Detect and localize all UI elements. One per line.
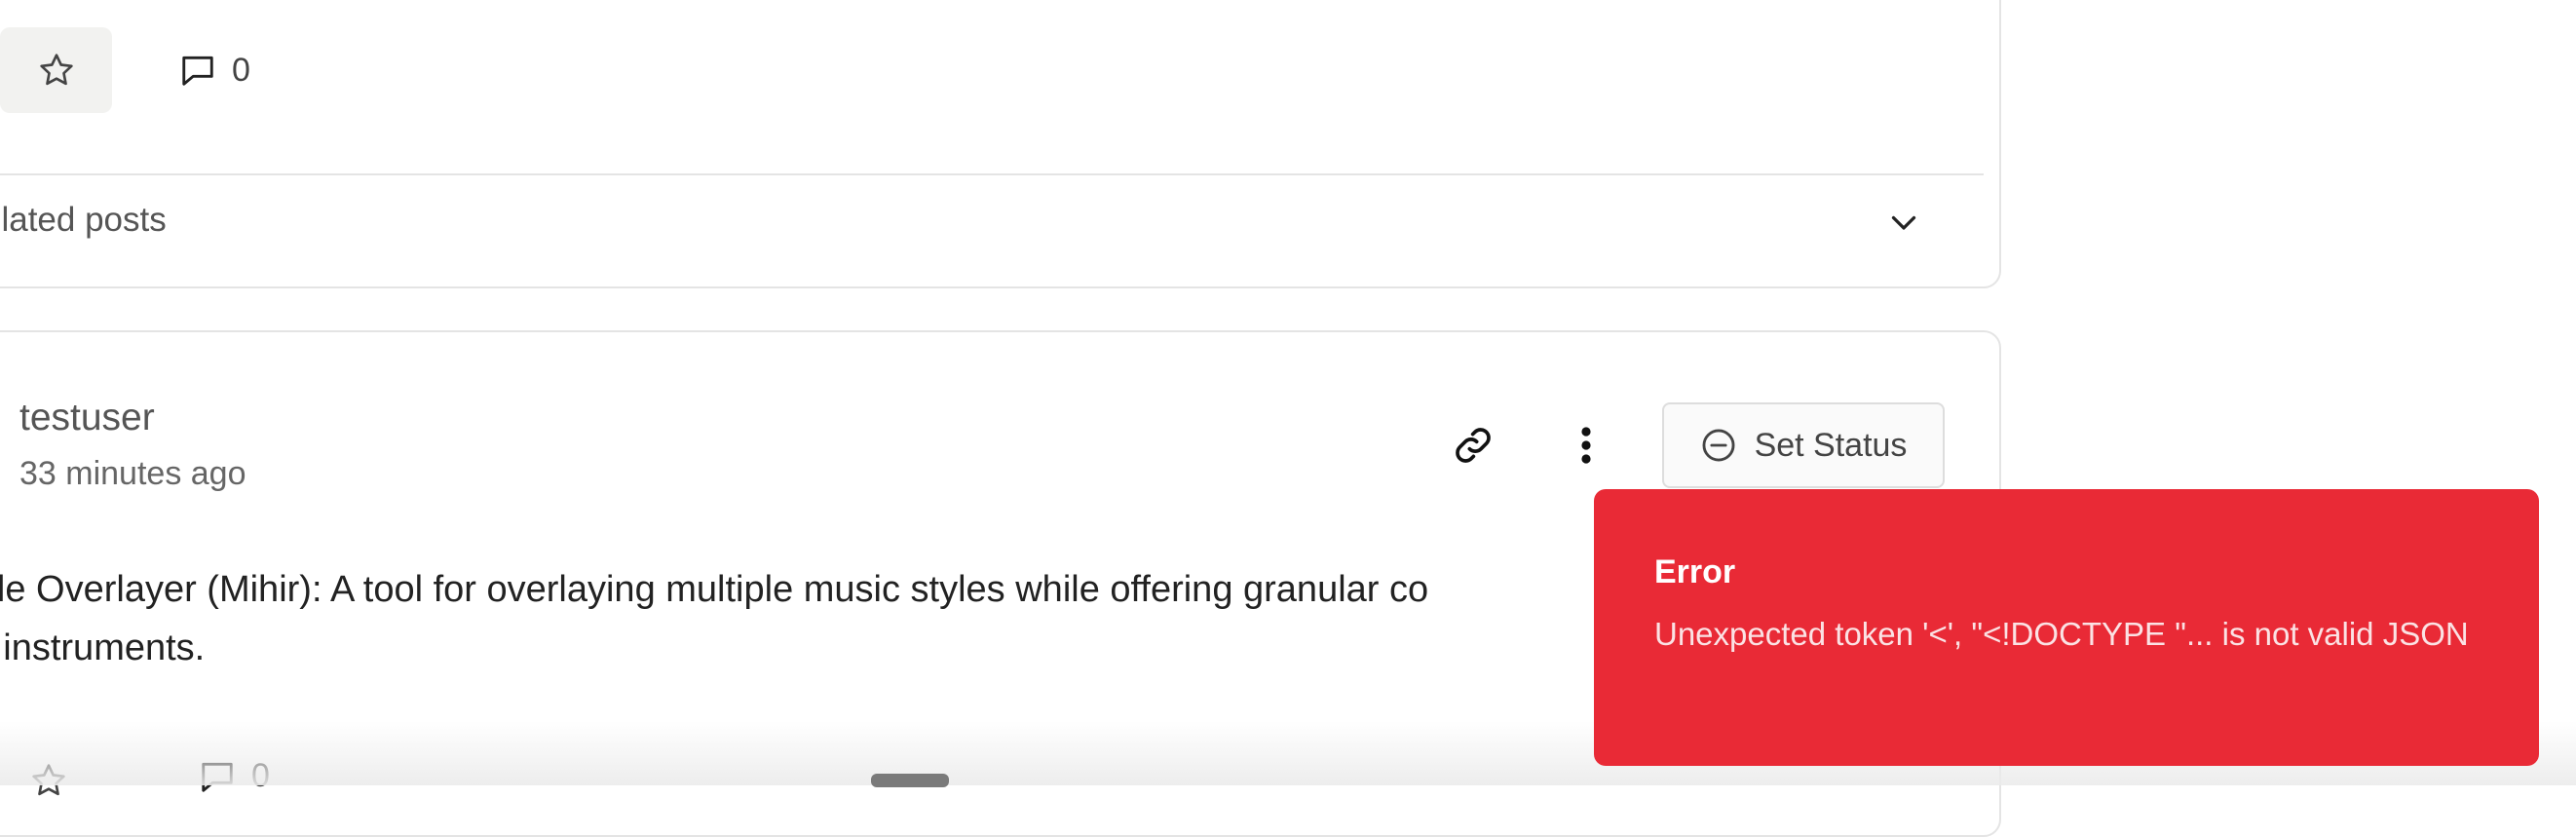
star-button[interactable] [19,751,78,810]
set-status-button[interactable]: Set Status [1662,402,1945,488]
comment-icon [182,56,213,86]
post-body-line: ual instruments. [0,628,206,668]
comment-count-value: 0 [232,52,250,89]
toast-title: Error [1654,553,1736,590]
link-icon [1456,428,1491,463]
more-options-button[interactable] [1561,416,1611,475]
related-posts-toggle[interactable]: elated posts [0,175,1984,269]
error-toast[interactable]: Error Unexpected token '<', "<!DOCTYPE "… [1594,489,2539,766]
comment-icon [202,762,233,792]
post-author[interactable]: testuser [19,397,155,439]
comment-count[interactable]: 0 [199,757,270,795]
set-status-label: Set Status [1754,426,1908,464]
toast-message: Unexpected token '<', "<!DOCTYPE "... is… [1654,616,2469,652]
comment-count[interactable]: 0 [179,49,250,92]
copy-link-button[interactable] [1444,416,1502,475]
comment-count-value: 0 [251,757,270,794]
minus-circle-icon [1702,429,1735,462]
chevron-down-icon [1891,215,1916,230]
star-icon [32,764,65,796]
previous-post-card: 0 elated posts [0,0,2001,288]
more-vertical-icon [1581,427,1591,464]
post-body-line: Style Overlayer (Mihir): A tool for over… [0,569,1429,610]
post-timestamp: 33 minutes ago [19,455,246,492]
star-button[interactable] [0,27,112,113]
star-icon [39,54,73,86]
related-posts-label: elated posts [0,201,167,239]
